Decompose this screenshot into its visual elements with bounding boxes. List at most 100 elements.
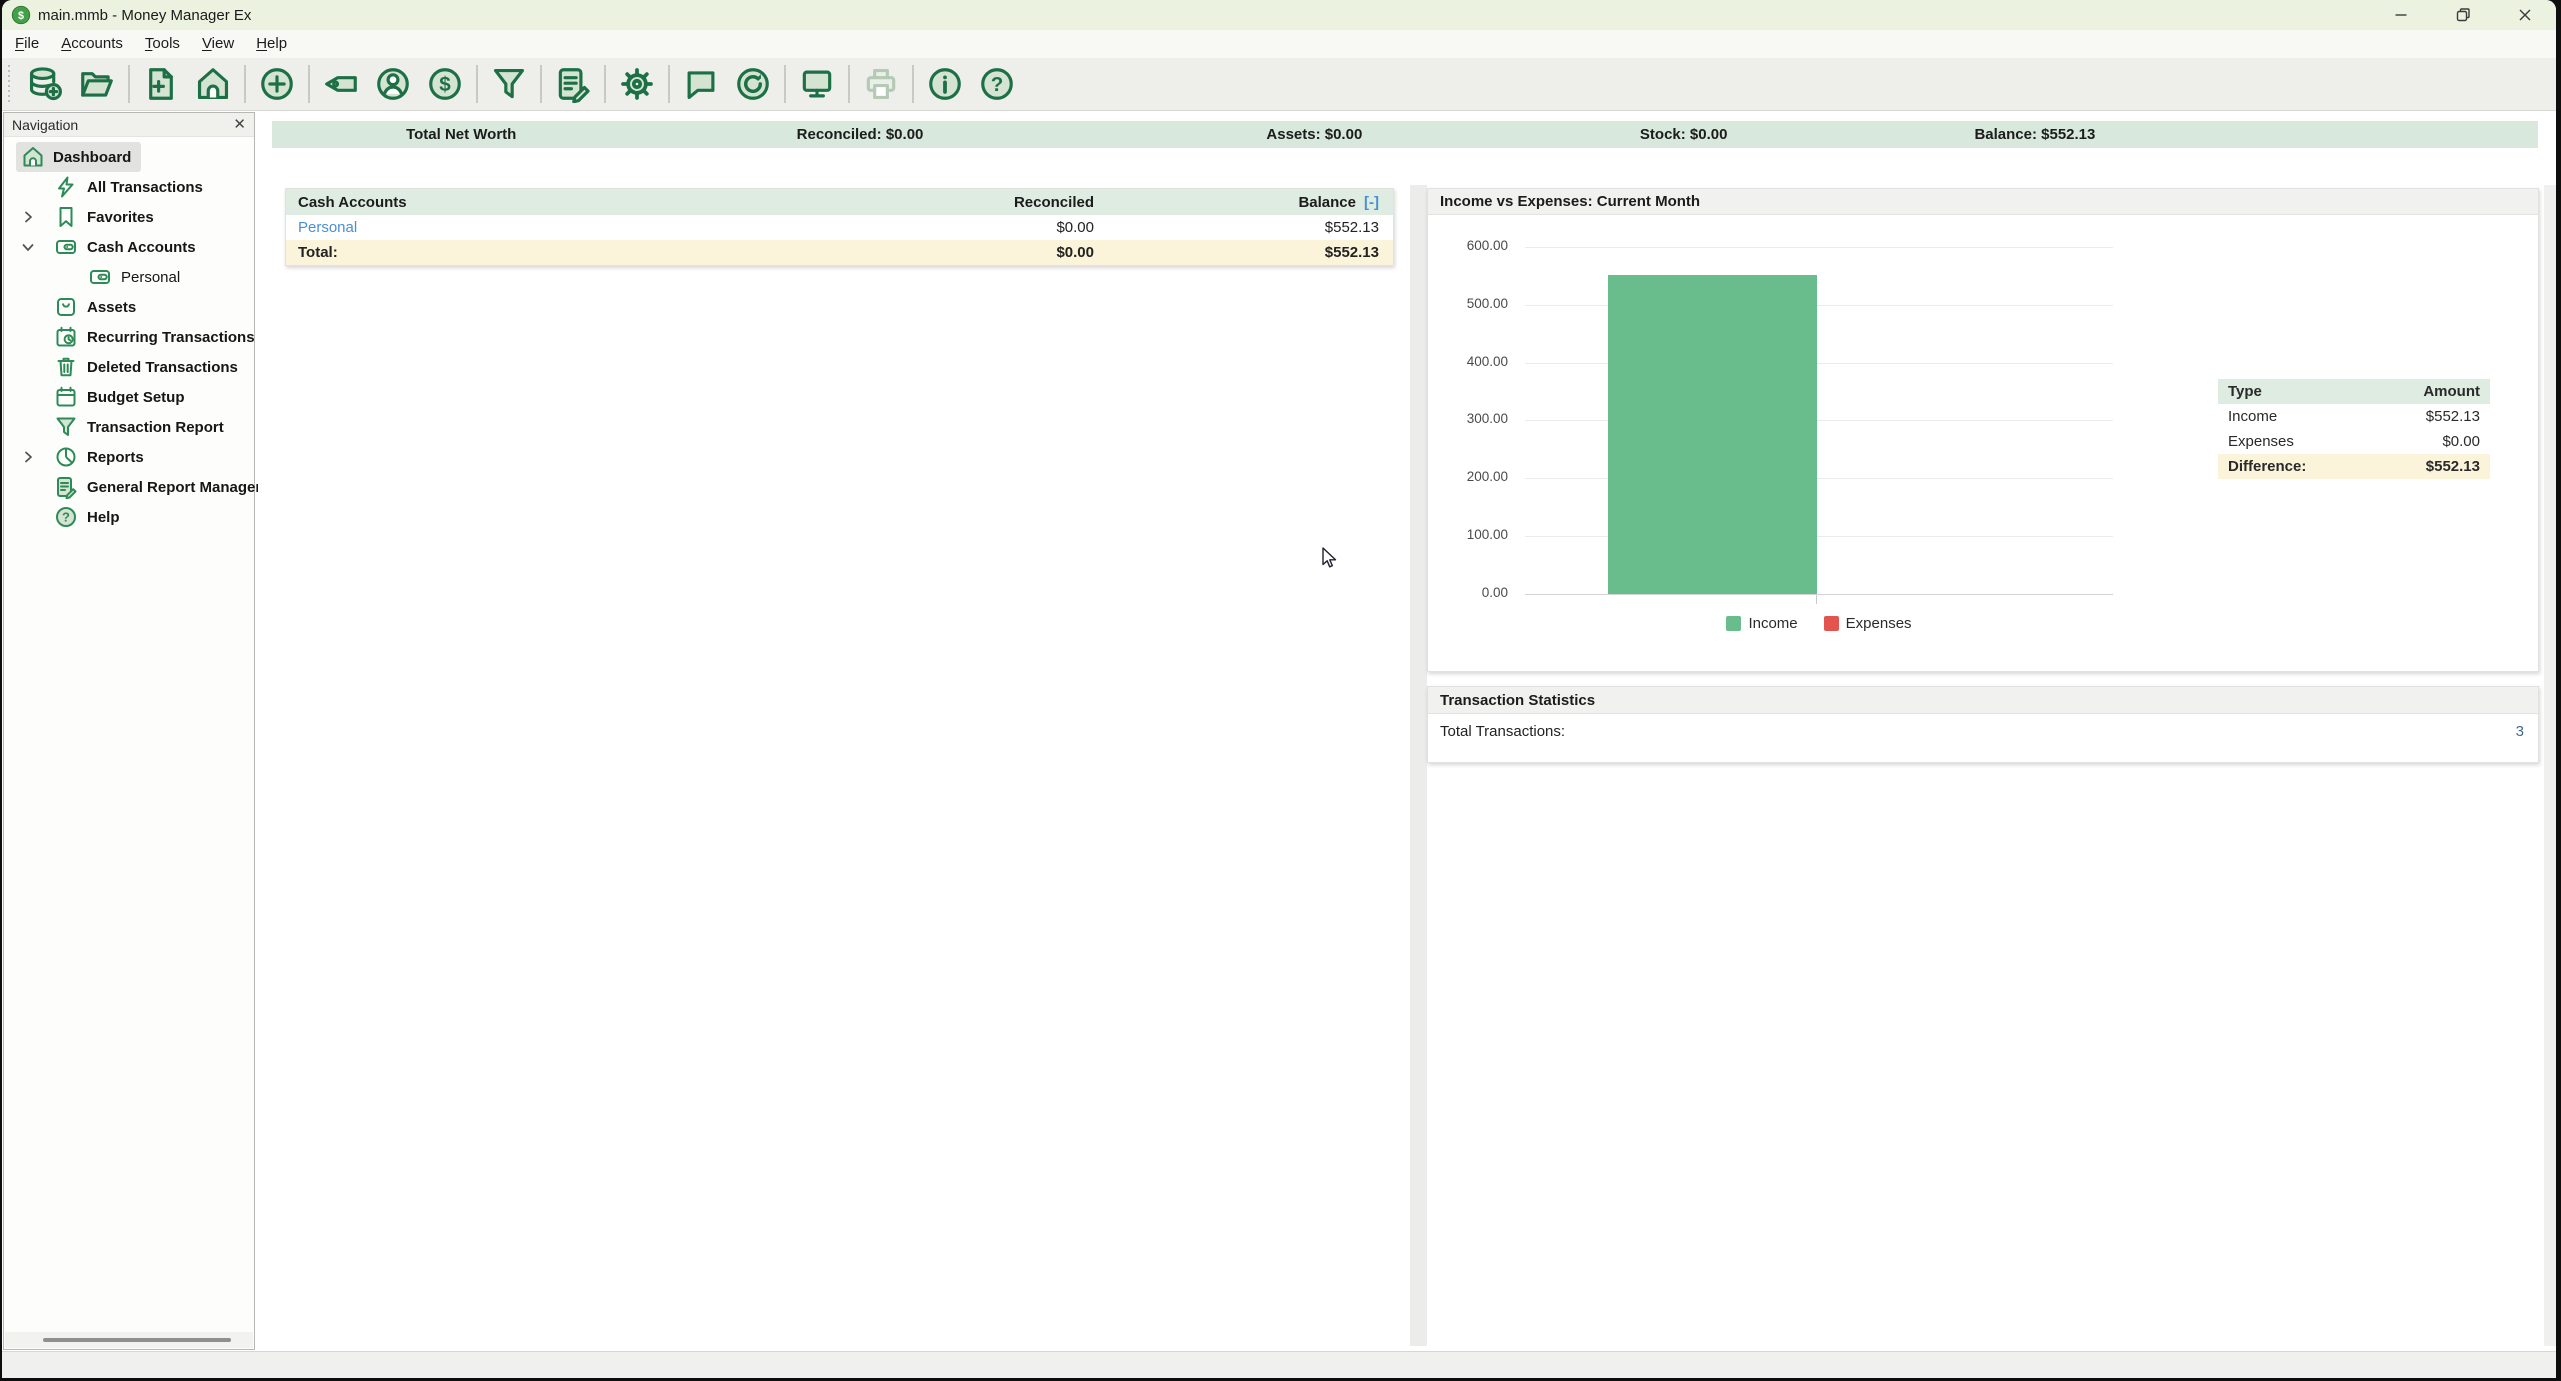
- home-icon: [194, 65, 232, 103]
- navigation-panel: Navigation ✕ Dashboard All Transactions: [3, 112, 255, 1350]
- open-database-button[interactable]: [71, 61, 123, 107]
- tags-button[interactable]: [315, 61, 367, 107]
- income-swatch: [1726, 616, 1741, 631]
- menu-help[interactable]: Help: [245, 32, 298, 56]
- home-icon: [21, 145, 45, 169]
- app-logo-icon: $: [11, 5, 31, 25]
- currency-button[interactable]: [419, 61, 471, 107]
- menu-file[interactable]: File: [4, 32, 50, 56]
- y-tick-label: 0.00: [1428, 585, 1508, 600]
- total-transactions-label: Total Transactions:: [1428, 723, 2516, 740]
- y-tick-label: 400.00: [1428, 354, 1508, 369]
- calendar-icon: [54, 385, 78, 409]
- new-database-button[interactable]: [19, 61, 71, 107]
- total-transactions-row: Total Transactions: 3: [1428, 714, 2538, 748]
- menu-view[interactable]: View: [191, 32, 245, 56]
- print-button: [855, 61, 907, 107]
- currency-icon: [426, 65, 464, 103]
- total-label: Total:: [286, 244, 734, 261]
- collapse-link[interactable]: [-]: [1364, 194, 1379, 211]
- expenses-swatch: [1824, 616, 1839, 631]
- lightning-icon: [54, 175, 78, 199]
- toolbar-separator: [848, 65, 850, 103]
- nav-item-all-transactions[interactable]: All Transactions: [4, 172, 254, 202]
- info-icon: [926, 65, 964, 103]
- chevron-right-icon[interactable]: [20, 449, 36, 465]
- app-window: $ main.mmb - Money Manager Ex File Accou…: [2, 0, 2556, 1378]
- help-icon: [54, 505, 78, 529]
- reconciled-value: $0.00: [734, 219, 1094, 236]
- home-button[interactable]: [187, 61, 239, 107]
- legend-income: Income: [1726, 615, 1797, 632]
- nav-item-cash-accounts[interactable]: Cash Accounts: [4, 232, 254, 262]
- nav-item-help[interactable]: Help: [4, 502, 254, 532]
- refresh-button[interactable]: [727, 61, 779, 107]
- new-transaction-button[interactable]: [251, 61, 303, 107]
- scrollbar-thumb[interactable]: [43, 1338, 231, 1342]
- nav-item-budget-setup[interactable]: Budget Setup: [4, 382, 254, 412]
- fullscreen-button[interactable]: [791, 61, 843, 107]
- grm-button[interactable]: [547, 61, 599, 107]
- table-header-row: Type Amount: [2218, 379, 2490, 404]
- title-bar: $ main.mmb - Money Manager Ex: [2, 0, 2556, 30]
- svg-text:$: $: [18, 10, 24, 22]
- toolbar-separator: [604, 65, 606, 103]
- y-tick-label: 600.00: [1428, 238, 1508, 253]
- feedback-button[interactable]: [675, 61, 727, 107]
- settings-button[interactable]: [611, 61, 663, 107]
- restore-button[interactable]: [2432, 0, 2494, 30]
- menu-bar: File Accounts Tools View Help: [2, 30, 2556, 58]
- toolbar-separator: [308, 65, 310, 103]
- status-bar: [2, 1351, 2556, 1378]
- chevron-right-icon[interactable]: [20, 209, 36, 225]
- new-transaction-icon: [258, 65, 296, 103]
- summary-total-net-worth: Total Net Worth: [272, 126, 650, 143]
- navigation-hscrollbar[interactable]: [5, 1332, 253, 1348]
- nav-item-personal[interactable]: Personal: [4, 262, 254, 292]
- chevron-down-icon[interactable]: [20, 239, 36, 255]
- open-database-icon: [78, 65, 116, 103]
- navigation-title: Navigation: [12, 117, 78, 133]
- help-button[interactable]: [971, 61, 1023, 107]
- minimize-button[interactable]: [2370, 0, 2432, 30]
- new-file-button[interactable]: [135, 61, 187, 107]
- payees-button[interactable]: [367, 61, 419, 107]
- toolbar-grip[interactable]: [6, 65, 13, 103]
- total-balance: $552.13: [1094, 244, 1393, 261]
- col-type: Type: [2218, 383, 2423, 400]
- nav-item-general-report-manager[interactable]: General Report Manager: [4, 472, 254, 502]
- nav-item-transaction-report[interactable]: Transaction Report: [4, 412, 254, 442]
- nav-item-reports[interactable]: Reports: [4, 442, 254, 472]
- income-expenses-header: Income vs Expenses: Current Month: [1428, 189, 2538, 215]
- window-title: main.mmb - Money Manager Ex: [38, 7, 251, 24]
- nav-item-dashboard[interactable]: Dashboard: [4, 142, 254, 172]
- toolbar-separator: [784, 65, 786, 103]
- nav-item-assets[interactable]: Assets: [4, 292, 254, 322]
- fullscreen-icon: [798, 65, 836, 103]
- account-link-personal[interactable]: Personal: [286, 219, 734, 236]
- summary-bar: Total Net Worth Reconciled: $0.00 Assets…: [272, 121, 2538, 148]
- report-edit-icon: [54, 475, 78, 499]
- menu-accounts[interactable]: Accounts: [50, 32, 134, 56]
- toolbar-separator: [668, 65, 670, 103]
- summary-reconciled: Reconciled: $0.00: [650, 126, 1069, 143]
- workspace: Navigation ✕ Dashboard All Transactions: [2, 111, 2556, 1352]
- tag-icon: [322, 65, 360, 103]
- total-transactions-value: 3: [2516, 723, 2538, 740]
- cash-accounts-header: Cash Accounts Reconciled Balance[-]: [286, 189, 1393, 215]
- transaction-statistics-header: Transaction Statistics: [1428, 687, 2538, 714]
- nav-item-recurring-transactions[interactable]: Recurring Transactions: [4, 322, 254, 352]
- filter-button[interactable]: [483, 61, 535, 107]
- transaction-statistics-title: Transaction Statistics: [1440, 692, 1595, 709]
- navigation-close-icon[interactable]: ✕: [233, 117, 246, 132]
- close-button[interactable]: [2494, 0, 2556, 30]
- new-database-icon: [26, 65, 64, 103]
- menu-tools[interactable]: Tools: [134, 32, 191, 56]
- nav-item-favorites[interactable]: Favorites: [4, 202, 254, 232]
- feedback-icon: [682, 65, 720, 103]
- toolbar: [2, 58, 2556, 111]
- income-expenses-chart: 600.00 500.00 400.00 300.00 200.00 100.0…: [1428, 215, 2538, 672]
- y-tick-label: 200.00: [1428, 469, 1508, 484]
- info-button[interactable]: [919, 61, 971, 107]
- nav-item-deleted-transactions[interactable]: Deleted Transactions: [4, 352, 254, 382]
